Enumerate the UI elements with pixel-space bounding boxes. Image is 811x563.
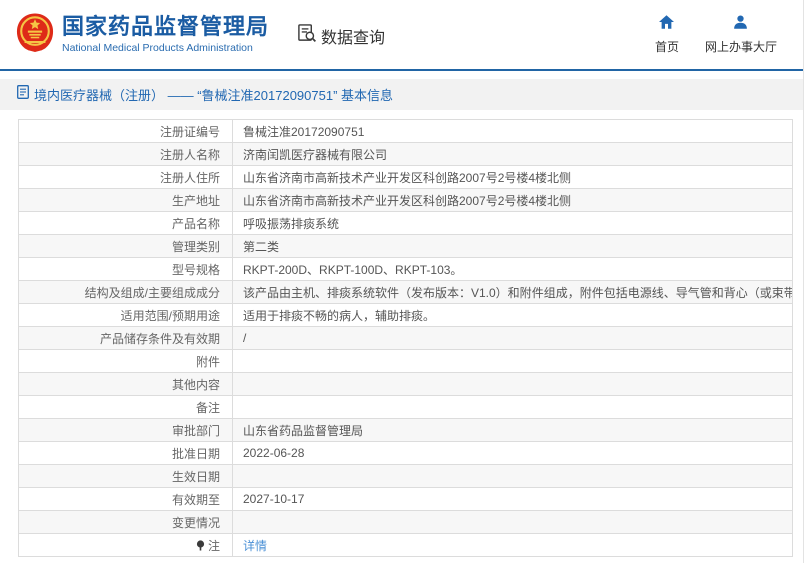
row-label: 变更情况 — [18, 510, 233, 534]
row-value — [232, 349, 793, 373]
site-header: 国家药品监督管理局 National Medical Products Admi… — [0, 0, 803, 69]
table-row: 备注 — [18, 395, 793, 419]
org-title-block: 国家药品监督管理局 National Medical Products Admi… — [62, 14, 270, 55]
row-value: 山东省济南市高新技术产业开发区科创路2007号2号楼4楼北侧 — [232, 188, 793, 212]
person-icon — [733, 14, 748, 33]
row-value: 第二类 — [232, 234, 793, 258]
table-row: 注册人名称 济南闰凯医疗器械有限公司 — [18, 142, 793, 166]
row-label: 有效期至 — [18, 487, 233, 511]
row-value — [232, 510, 793, 534]
table-row: 附件 — [18, 349, 793, 373]
table-row: 变更情况 — [18, 510, 793, 534]
row-label: 生效日期 — [18, 464, 233, 488]
row-label: 其他内容 — [18, 372, 233, 396]
row-label: 结构及组成/主要组成成分 — [18, 280, 233, 304]
page-title: 境内医疗器械（注册） —— “鲁械注准20172090751” 基本信息 — [34, 88, 394, 103]
table-row: 注册人住所 山东省济南市高新技术产业开发区科创路2007号2号楼4楼北侧 — [18, 165, 793, 189]
row-label: 适用范围/预期用途 — [18, 303, 233, 327]
row-value: RKPT-200D、RKPT-100D、RKPT-103。 — [232, 257, 793, 281]
registration-info-table: 注册证编号 鲁械注准20172090751 注册人名称 济南闰凯医疗器械有限公司 注册人… — [18, 119, 793, 557]
table-row: 批准日期 2022-06-28 — [18, 441, 793, 465]
home-icon — [659, 14, 675, 33]
nav-item-home-label: 首页 — [654, 39, 679, 54]
row-value: 呼吸振荡排痰系统 — [232, 211, 793, 235]
nav-item-service-hall[interactable]: 网上办事大厅 — [704, 14, 777, 55]
table-row: 适用范围/预期用途 适用于排痰不畅的病人，辅助排痰。 — [18, 303, 793, 327]
row-value: 详情 — [232, 533, 793, 557]
header-nav: 首页 网上办事大厅 — [654, 14, 791, 55]
org-name-en: National Medical Products Administration — [62, 42, 253, 54]
row-value: 适用于排痰不畅的病人，辅助排痰。 — [232, 303, 793, 327]
row-value: 鲁械注准20172090751 — [232, 119, 793, 143]
table-row: 生效日期 — [18, 464, 793, 488]
row-value — [232, 464, 793, 488]
row-label: 型号规格 — [18, 257, 233, 281]
table-row: 注详情 — [18, 533, 793, 557]
registration-info-table-wrap: 注册证编号 鲁械注准20172090751 注册人名称 济南闰凯医疗器械有限公司 注册人… — [18, 119, 793, 557]
table-row: 生产地址 山东省济南市高新技术产业开发区科创路2007号2号楼4楼北侧 — [18, 188, 793, 212]
detail-link[interactable]: 详情 — [243, 539, 267, 553]
row-label: 批准日期 — [18, 441, 233, 465]
row-label: 产品储存条件及有效期 — [18, 326, 233, 350]
table-row: 产品储存条件及有效期 / — [18, 326, 793, 350]
row-value: 山东省药品监督管理局 — [232, 418, 793, 442]
data-query-label: 数据查询 — [321, 29, 386, 47]
row-label: 备注 — [18, 395, 233, 419]
nav-item-home[interactable]: 首页 — [654, 14, 679, 55]
row-label: 产品名称 — [18, 211, 233, 235]
row-value: 2027-10-17 — [232, 487, 793, 511]
row-value — [232, 372, 793, 396]
row-label: 注 — [18, 533, 233, 557]
row-value: 2022-06-28 — [232, 441, 793, 465]
row-label: 管理类别 — [18, 234, 233, 258]
table-row: 有效期至 2027-10-17 — [18, 487, 793, 511]
breadcrumb: 境内医疗器械（注册） —— “鲁械注准20172090751” 基本信息 — [0, 79, 803, 110]
row-value: 济南闰凯医疗器械有限公司 — [232, 142, 793, 166]
org-name-cn: 国家药品监督管理局 — [62, 14, 270, 39]
document-search-icon — [297, 23, 317, 48]
table-row: 型号规格 RKPT-200D、RKPT-100D、RKPT-103。 — [18, 257, 793, 281]
row-label: 注册人住所 — [18, 165, 233, 189]
header-divider — [0, 69, 803, 71]
table-row: 其他内容 — [18, 372, 793, 396]
row-label: 审批部门 — [18, 418, 233, 442]
row-label: 附件 — [18, 349, 233, 373]
row-label: 生产地址 — [18, 188, 233, 212]
data-query-section: 数据查询 — [297, 23, 385, 48]
row-value: / — [232, 326, 793, 350]
national-emblem-icon — [16, 12, 54, 58]
table-row: 注册证编号 鲁械注准20172090751 — [18, 119, 793, 143]
row-label: 注册证编号 — [18, 119, 233, 143]
table-row: 审批部门 山东省药品监督管理局 — [18, 418, 793, 442]
table-row: 结构及组成/主要组成成分 该产品由主机、排痰系统软件（发布版本：V1.0）和附件组… — [18, 280, 793, 304]
row-value: 山东省济南市高新技术产业开发区科创路2007号2号楼4楼北侧 — [232, 165, 793, 189]
page: 国家药品监督管理局 National Medical Products Admi… — [0, 0, 804, 563]
pin-icon — [196, 539, 205, 551]
row-value — [232, 395, 793, 419]
table-row: 产品名称 呼吸振荡排痰系统 — [18, 211, 793, 235]
page-icon — [17, 85, 29, 104]
row-label: 注册人名称 — [18, 142, 233, 166]
row-value: 该产品由主机、排痰系统软件（发布版本：V1.0）和附件组成，附件包括电源线、导气… — [232, 280, 793, 304]
table-row: 管理类别 第二类 — [18, 234, 793, 258]
nav-item-service-hall-label: 网上办事大厅 — [704, 39, 777, 54]
